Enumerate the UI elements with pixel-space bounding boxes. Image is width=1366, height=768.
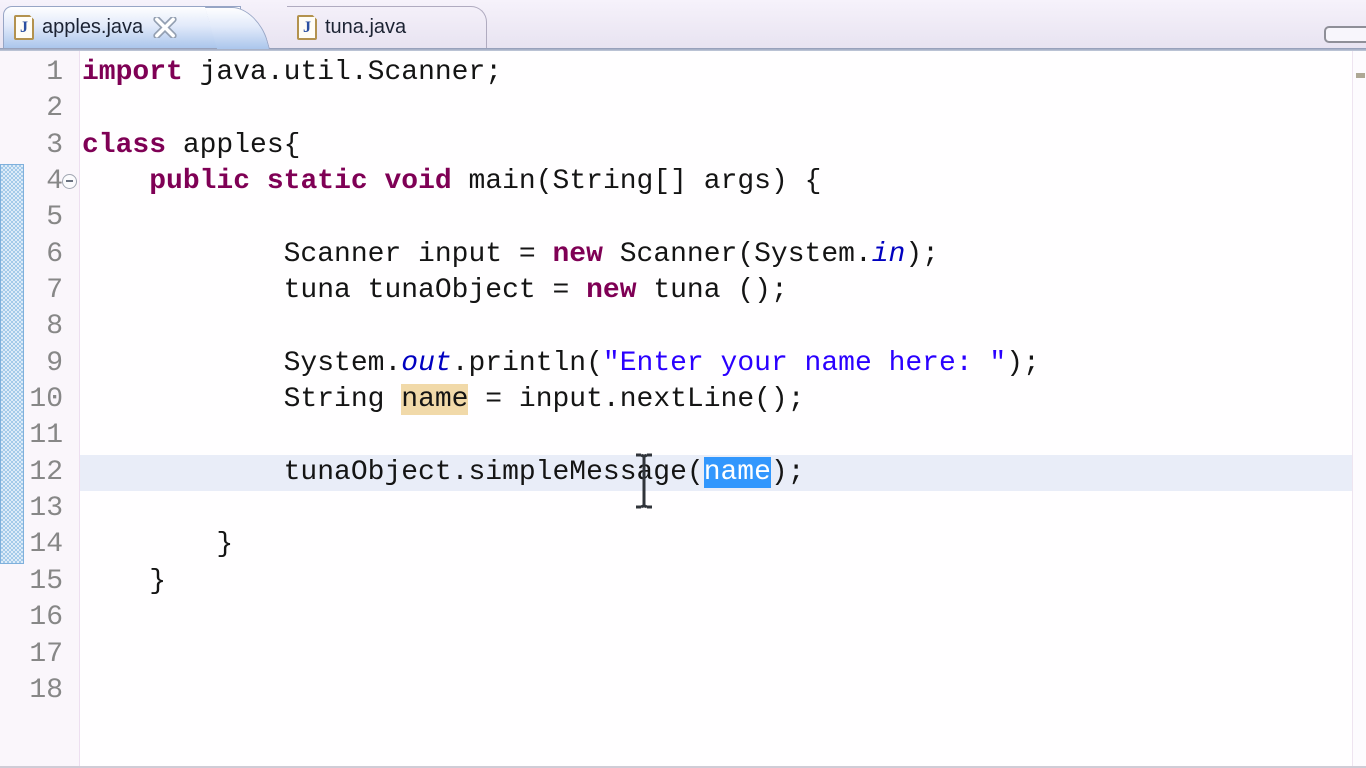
code-line[interactable]: public static void main(String[] args) { — [80, 164, 1352, 200]
vertical-ruler-marker-bar[interactable] — [0, 51, 25, 766]
tab-apples-java[interactable]: J apples.java — [3, 6, 241, 48]
code-line[interactable] — [80, 673, 1352, 709]
code-token: Scanner(System. — [602, 238, 872, 270]
occurrence-highlight: name — [401, 384, 469, 416]
method-range-indicator — [0, 164, 24, 564]
code-token: main(String[] args) { — [451, 166, 822, 198]
code-line[interactable] — [80, 600, 1352, 636]
code-line[interactable] — [80, 491, 1352, 527]
code-line[interactable] — [80, 418, 1352, 454]
code-token: } — [82, 565, 167, 597]
code-line[interactable]: class apples{ — [80, 128, 1352, 164]
java-file-icon: J — [297, 15, 317, 40]
line-number[interactable]: 13 — [25, 491, 63, 527]
line-number[interactable]: 12 — [25, 455, 63, 491]
code-line[interactable]: } — [80, 527, 1352, 563]
line-number-column: 1 2 3 4 5 6 7 8 9 10 11 12 13 14 15 16 17 18 — [25, 55, 63, 709]
overview-ruler[interactable] — [1352, 51, 1366, 766]
code-line[interactable] — [80, 91, 1352, 127]
code-token: in — [871, 238, 906, 270]
code-token: ); — [1006, 347, 1040, 379]
code-token: void — [384, 166, 452, 198]
code-token: public — [149, 166, 251, 198]
line-number[interactable]: 11 — [25, 418, 63, 454]
code-line[interactable]: tunaObject.simpleMessage(name); — [80, 454, 1352, 492]
code-line[interactable] — [80, 200, 1352, 236]
tab-label: apples.java — [42, 16, 144, 38]
code-token: .println( — [451, 347, 603, 379]
code-token: } — [82, 529, 234, 561]
code-token: static — [266, 166, 368, 198]
line-number[interactable]: 16 — [25, 600, 63, 636]
code-line[interactable]: System.out.println("Enter your name here… — [80, 346, 1352, 382]
java-editor: 1 2 3 4 5 6 7 8 9 10 11 12 13 14 15 16 17 18 import java.… — [0, 51, 1366, 766]
code-token: ); — [770, 456, 805, 488]
line-number[interactable]: 6 — [25, 237, 63, 273]
line-number[interactable]: 2 — [25, 91, 63, 127]
code-token: java.util.Scanner; — [182, 57, 503, 88]
code-token: System. — [82, 347, 402, 379]
line-number[interactable]: 18 — [25, 673, 63, 709]
line-number[interactable]: 3 — [25, 128, 63, 164]
line-number[interactable]: 7 — [25, 273, 63, 309]
line-number[interactable]: 9 — [25, 346, 63, 382]
tab-tuna-java[interactable]: J tuna.java — [287, 6, 487, 48]
code-token: tuna (); — [636, 275, 788, 307]
code-token: = input.nextLine(); — [468, 384, 805, 416]
annotation-marker[interactable] — [1356, 73, 1365, 78]
code-token: new — [586, 275, 637, 307]
code-line[interactable] — [80, 637, 1352, 673]
line-number-ruler[interactable]: 1 2 3 4 5 6 7 8 9 10 11 12 13 14 15 16 17 18 — [25, 51, 80, 766]
close-icon[interactable] — [153, 17, 177, 38]
line-number[interactable]: 14 — [25, 527, 63, 563]
collapse-minus-icon[interactable] — [62, 173, 77, 189]
selected-text: name — [703, 456, 771, 488]
code-line[interactable]: tuna tunaObject = new tuna (); — [80, 273, 1352, 309]
code-token: apples{ — [166, 129, 301, 161]
code-token: new — [552, 238, 603, 270]
code-line[interactable]: import java.util.Scanner; — [80, 55, 1352, 91]
java-file-icon: J — [14, 15, 34, 40]
code-line[interactable] — [80, 309, 1352, 345]
code-token: import — [82, 57, 183, 88]
code-token: tuna tunaObject = — [82, 275, 587, 307]
code-line[interactable]: } — [80, 564, 1352, 600]
editor-toolbar-button[interactable] — [1324, 26, 1366, 43]
line-number[interactable]: 10 — [25, 382, 63, 418]
code-token: class — [82, 129, 167, 161]
line-number[interactable]: 1 — [25, 55, 63, 91]
code-token: String — [82, 384, 402, 416]
code-lines: import java.util.Scanner; class apples{ p… — [80, 55, 1352, 709]
line-number[interactable]: 17 — [25, 637, 63, 673]
code-token: tunaObject.simpleMessage( — [82, 456, 704, 488]
code-token: Scanner input = — [82, 238, 553, 270]
code-token: ); — [905, 238, 939, 270]
tab-label: tuna.java — [325, 16, 407, 38]
code-line[interactable]: Scanner input = new Scanner(System.in); — [80, 237, 1352, 273]
line-number[interactable]: 4 — [25, 164, 63, 200]
line-number[interactable]: 8 — [25, 309, 63, 345]
editor-tab-bar: J apples.java J tuna.java — [0, 0, 1366, 48]
code-token: out — [401, 347, 452, 379]
line-number[interactable]: 5 — [25, 200, 63, 236]
line-number[interactable]: 15 — [25, 564, 63, 600]
code-area[interactable]: import java.util.Scanner; class apples{ p… — [80, 51, 1352, 766]
code-line[interactable]: String name = input.nextLine(); — [80, 382, 1352, 418]
code-token: "Enter your name here: " — [602, 347, 1007, 379]
